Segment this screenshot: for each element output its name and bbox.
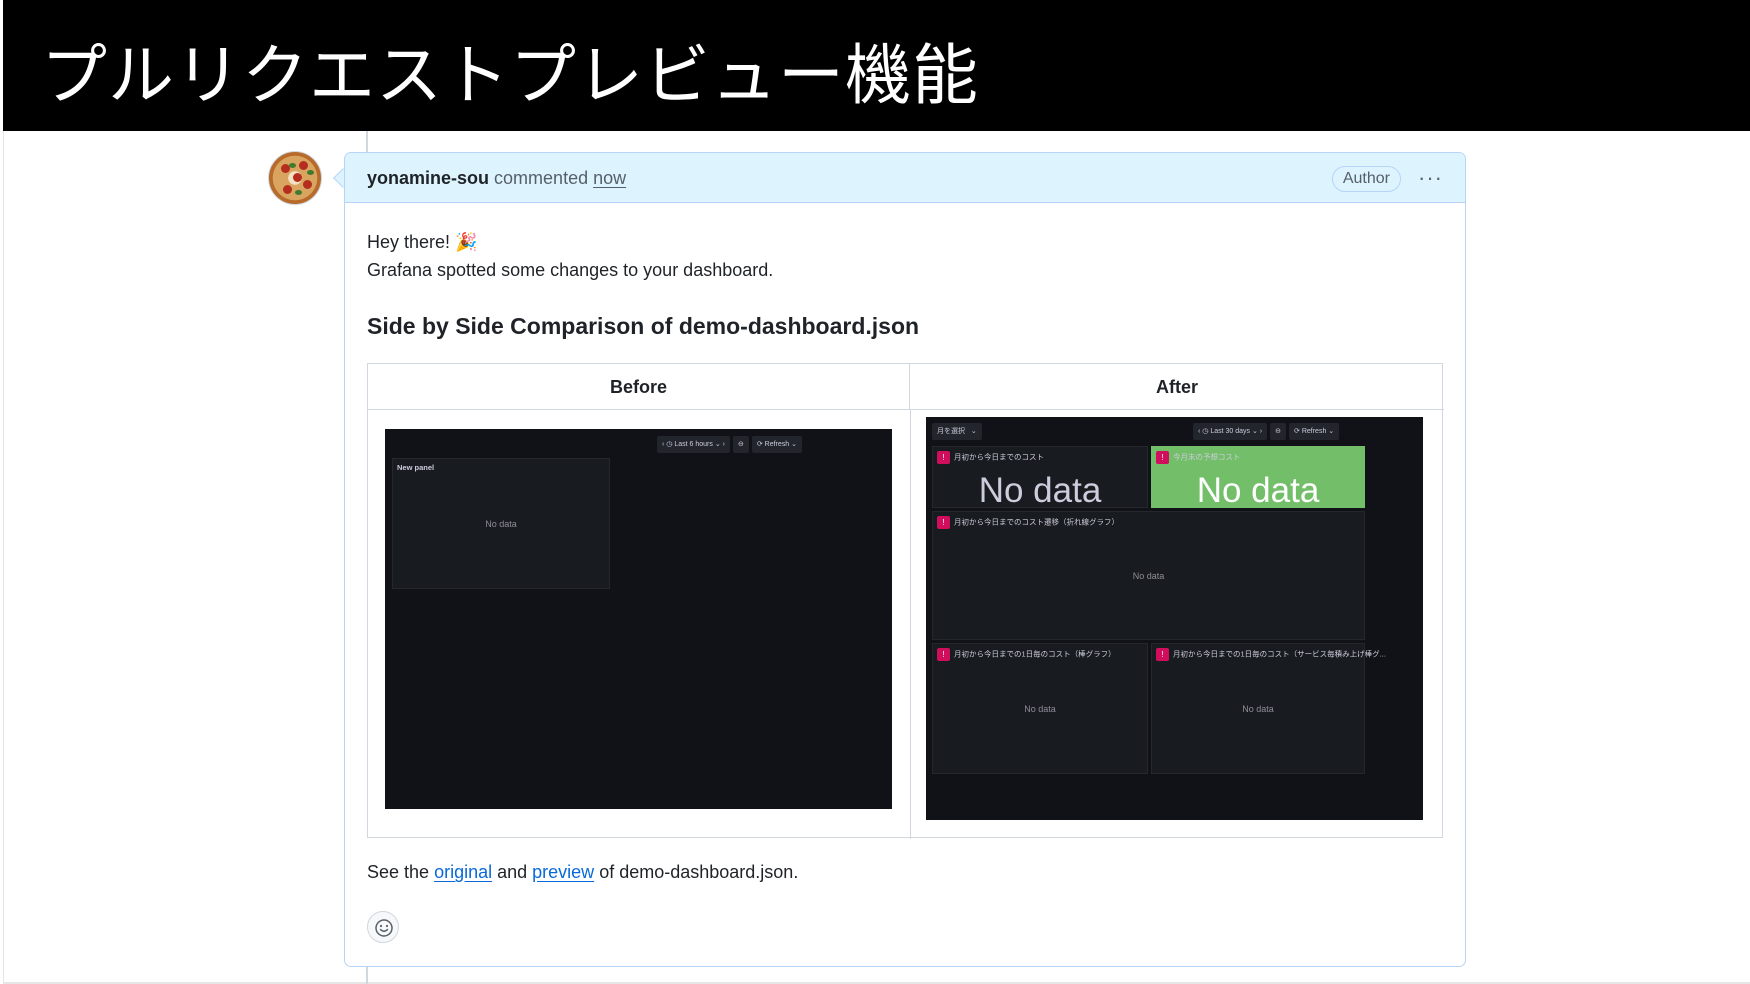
- refresh-button: ⟳ Refresh ⌄: [1289, 423, 1340, 440]
- column-divider: [910, 410, 911, 839]
- comparison-table: Before After ‹ ◷ Last 6 hours ⌄ › ⊖ ⟳ Re…: [367, 363, 1444, 839]
- panel-no-data: No data: [1024, 703, 1056, 714]
- comment-greeting: Hey there! 🎉 Grafana spotted some change…: [367, 228, 773, 284]
- variable-select: 月を選択 ⌄: [932, 423, 982, 440]
- smiley-icon[interactable]: [367, 911, 399, 943]
- greeting-line-1: Hey there! 🎉: [367, 232, 478, 252]
- table-header-before: Before: [368, 364, 910, 410]
- after-panel-4: ! 月初から今日までの1日毎のコスト（棒グラフ） No data: [932, 643, 1148, 774]
- panel-no-data: No data: [978, 471, 1102, 510]
- zoom-out-icon: ⊖: [732, 436, 749, 453]
- warning-icon: !: [937, 648, 950, 661]
- panel-title: ! 月初から今日までのコスト: [937, 451, 1044, 464]
- before-panel: New panel No data: [392, 458, 610, 589]
- panel-title: New panel: [397, 463, 435, 472]
- panel-title: ! 月初から今日までの1日毎のコスト（サービス毎積み上げ棒グ...: [1156, 648, 1386, 661]
- author-line: yonamine-sou commented now: [367, 168, 626, 189]
- panel-no-data: No data: [1196, 471, 1320, 510]
- panel-no-data: No data: [485, 518, 517, 529]
- preview-link[interactable]: preview: [532, 862, 594, 882]
- zoom-out-icon: ⊖: [1270, 423, 1287, 440]
- after-panel-2: ! 今月末の予想コスト No data: [1151, 446, 1365, 510]
- panel-title: ! 月初から今日までのコスト遷移（折れ線グラフ）: [937, 516, 1119, 529]
- refresh-button: ⟳ Refresh ⌄: [751, 436, 802, 453]
- comment-header: yonamine-sou commented now Author ···: [345, 153, 1465, 203]
- warning-icon: !: [1156, 648, 1169, 661]
- author-badge: Author: [1331, 166, 1401, 192]
- after-dashboard-screenshot: 月を選択 ⌄ ‹ ◷ Last 30 days ⌄ › ⊖ ⟳ Refresh …: [926, 417, 1423, 820]
- warning-icon: !: [937, 516, 950, 529]
- comment-timestamp[interactable]: now: [593, 168, 626, 188]
- after-panel-1: ! 月初から今日までのコスト No data: [932, 446, 1148, 510]
- panel-title: ! 月初から今日までの1日毎のコスト（棒グラフ）: [937, 648, 1116, 661]
- table-header-after: After: [910, 364, 1444, 410]
- kebab-horizontal-icon[interactable]: ···: [1418, 165, 1443, 191]
- warning-icon: !: [937, 451, 950, 464]
- time-range-picker: ‹ ◷ Last 6 hours ⌄ ›: [657, 436, 730, 453]
- time-range-picker: ‹ ◷ Last 30 days ⌄ ›: [1193, 423, 1268, 440]
- panel-title: ! 今月末の予想コスト: [1156, 451, 1241, 464]
- original-link[interactable]: original: [434, 862, 492, 882]
- avatar[interactable]: [268, 151, 322, 205]
- panel-no-data: No data: [1132, 570, 1165, 581]
- after-toolbar: ‹ ◷ Last 30 days ⌄ › ⊖ ⟳ Refresh ⌄: [1193, 423, 1340, 440]
- panel-no-data: No data: [1242, 703, 1274, 714]
- slide-title: プルリクエストプレビュー機能: [41, 37, 979, 114]
- comment-card: yonamine-sou commented now Author ··· He…: [344, 152, 1466, 967]
- before-toolbar: ‹ ◷ Last 6 hours ⌄ › ⊖ ⟳ Refresh ⌄: [657, 436, 802, 453]
- before-dashboard-screenshot: ‹ ◷ Last 6 hours ⌄ › ⊖ ⟳ Refresh ⌄ New p…: [385, 429, 892, 809]
- warning-icon: !: [1156, 451, 1169, 464]
- comparison-heading: Side by Side Comparison of demo-dashboar…: [367, 313, 920, 339]
- after-panel-3: ! 月初から今日までのコスト遷移（折れ線グラフ） No data: [932, 511, 1365, 640]
- author-name[interactable]: yonamine-sou: [367, 168, 489, 188]
- comment-action: commented: [494, 168, 589, 188]
- after-panel-5: ! 月初から今日までの1日毎のコスト（サービス毎積み上げ棒グ... No data: [1151, 643, 1386, 774]
- greeting-line-2: Grafana spotted some changes to your das…: [367, 260, 774, 280]
- comment-footer: See the original and preview of demo-das…: [367, 862, 799, 882]
- slide-header: プルリクエストプレビュー機能: [3, 0, 1750, 131]
